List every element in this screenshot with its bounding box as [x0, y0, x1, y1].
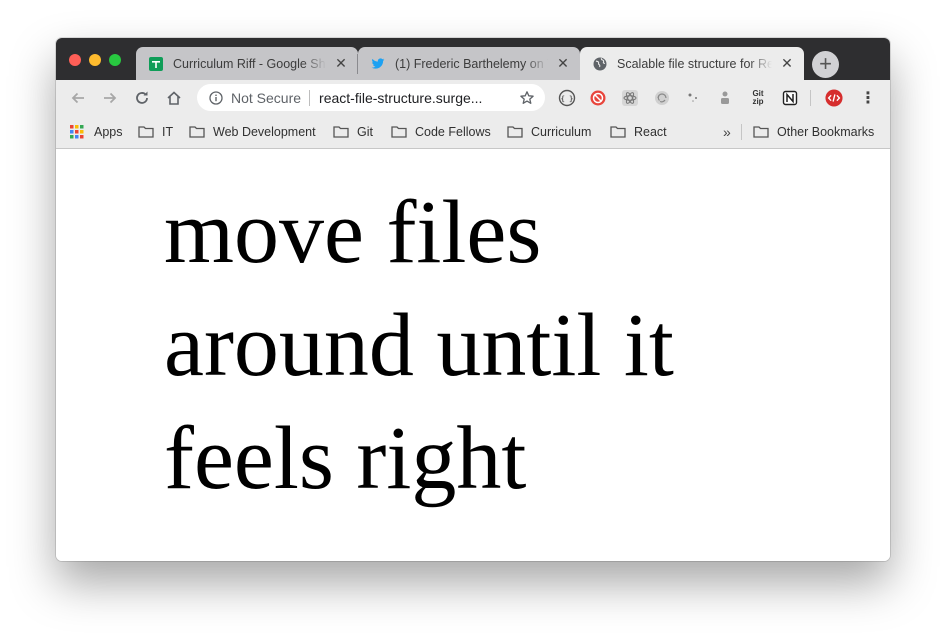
- bookmark-folder-git[interactable]: Git: [333, 115, 373, 148]
- tab-title: (1) Frederic Barthelemy on Twitter: [395, 56, 548, 71]
- react-devtools-icon[interactable]: [621, 89, 639, 107]
- bookmark-label: Other Bookmarks: [777, 124, 875, 139]
- fullscreen-window-button[interactable]: [109, 54, 121, 66]
- globe-icon: [593, 57, 607, 71]
- folder-icon: [138, 126, 154, 138]
- tab-strip: Curriculum Riff - Google Sheets ✕ (1) Fr…: [56, 38, 890, 80]
- tab-google-sheets[interactable]: Curriculum Riff - Google Sheets ✕: [136, 47, 358, 80]
- home-icon[interactable]: [162, 86, 186, 110]
- privacy-icon[interactable]: [716, 89, 734, 107]
- bookmark-folder-curriculum[interactable]: Curriculum: [507, 115, 591, 148]
- twitter-icon: [371, 57, 385, 71]
- folder-icon: [189, 126, 205, 138]
- more-menu-icon[interactable]: ⋮: [859, 89, 877, 107]
- bookmark-folder-web-development[interactable]: Web Development: [189, 115, 316, 148]
- stop-icon[interactable]: [589, 89, 607, 107]
- new-tab-button[interactable]: +: [812, 51, 839, 78]
- forward-arrow-icon[interactable]: [98, 86, 122, 110]
- close-tab-icon[interactable]: ✕: [554, 55, 572, 73]
- bookmark-folder-it[interactable]: IT: [138, 115, 173, 148]
- bookmark-label: IT: [162, 124, 174, 139]
- close-tab-icon[interactable]: ✕: [332, 55, 350, 73]
- toolbar-divider: [810, 90, 811, 106]
- bookmarks-divider: [741, 124, 742, 140]
- bookmark-star-icon[interactable]: [518, 89, 536, 107]
- gitzip-icon[interactable]: Git zip: [749, 89, 767, 107]
- bookmarks-overflow-chevron-icon[interactable]: »: [723, 124, 731, 140]
- security-label: Not Secure: [231, 89, 302, 106]
- url-text[interactable]: react-file-structure.surge...: [319, 90, 518, 106]
- address-bar[interactable]: Not Secure react-file-structure.surge...: [197, 84, 545, 111]
- tab-twitter[interactable]: (1) Frederic Barthelemy on Twitter ✕: [358, 47, 580, 80]
- json-viewer-icon[interactable]: { }: [558, 89, 576, 107]
- page-headline: move files around until it feels right: [164, 183, 674, 508]
- code-icon[interactable]: [825, 89, 843, 107]
- sparkle-icon[interactable]: [684, 89, 702, 107]
- bookmark-label: Curriculum: [531, 124, 592, 139]
- bookmark-other-bookmarks[interactable]: Other Bookmarks: [753, 115, 874, 148]
- folder-icon: [610, 126, 626, 138]
- close-window-button[interactable]: [69, 54, 81, 66]
- folder-icon: [507, 126, 523, 138]
- bookmark-label: Apps: [94, 124, 123, 139]
- folder-icon: [753, 126, 769, 138]
- svg-text:{ }: { }: [561, 95, 574, 103]
- folder-icon: [391, 126, 407, 138]
- notion-icon[interactable]: [781, 89, 799, 107]
- bookmarks-bar: Apps IT Web Development Git Code Fellows…: [56, 115, 890, 149]
- bookmark-label: Code Fellows: [415, 124, 491, 139]
- folder-icon: [333, 126, 349, 138]
- reload-icon[interactable]: [130, 86, 154, 110]
- bookmark-label: React: [634, 124, 667, 139]
- tab-title: Curriculum Riff - Google Sheets: [173, 56, 326, 71]
- omnibox-divider: [309, 89, 311, 106]
- tab-title: Scalable file structure for React: [617, 56, 772, 71]
- bookmark-label: Git: [357, 124, 373, 139]
- minimize-window-button[interactable]: [89, 54, 101, 66]
- bookmark-label: Web Development: [213, 124, 316, 139]
- browser-toolbar: Not Secure react-file-structure.surge...…: [56, 80, 890, 115]
- back-arrow-icon[interactable]: [66, 86, 90, 110]
- close-tab-icon[interactable]: ✕: [778, 55, 796, 73]
- bookmark-apps[interactable]: Apps: [70, 115, 123, 148]
- page-content: move files around until it feels right: [56, 149, 890, 561]
- tab-scalable-file-structure[interactable]: Scalable file structure for React ✕: [580, 47, 804, 80]
- google-sheets-icon: [149, 56, 163, 71]
- bookmark-folder-code-fellows[interactable]: Code Fellows: [391, 115, 491, 148]
- info-icon[interactable]: [208, 90, 224, 106]
- apps-grid-icon: [70, 124, 84, 138]
- redux-icon[interactable]: [653, 89, 671, 107]
- browser-window: Curriculum Riff - Google Sheets ✕ (1) Fr…: [56, 38, 890, 561]
- bookmark-folder-react[interactable]: React: [610, 115, 667, 148]
